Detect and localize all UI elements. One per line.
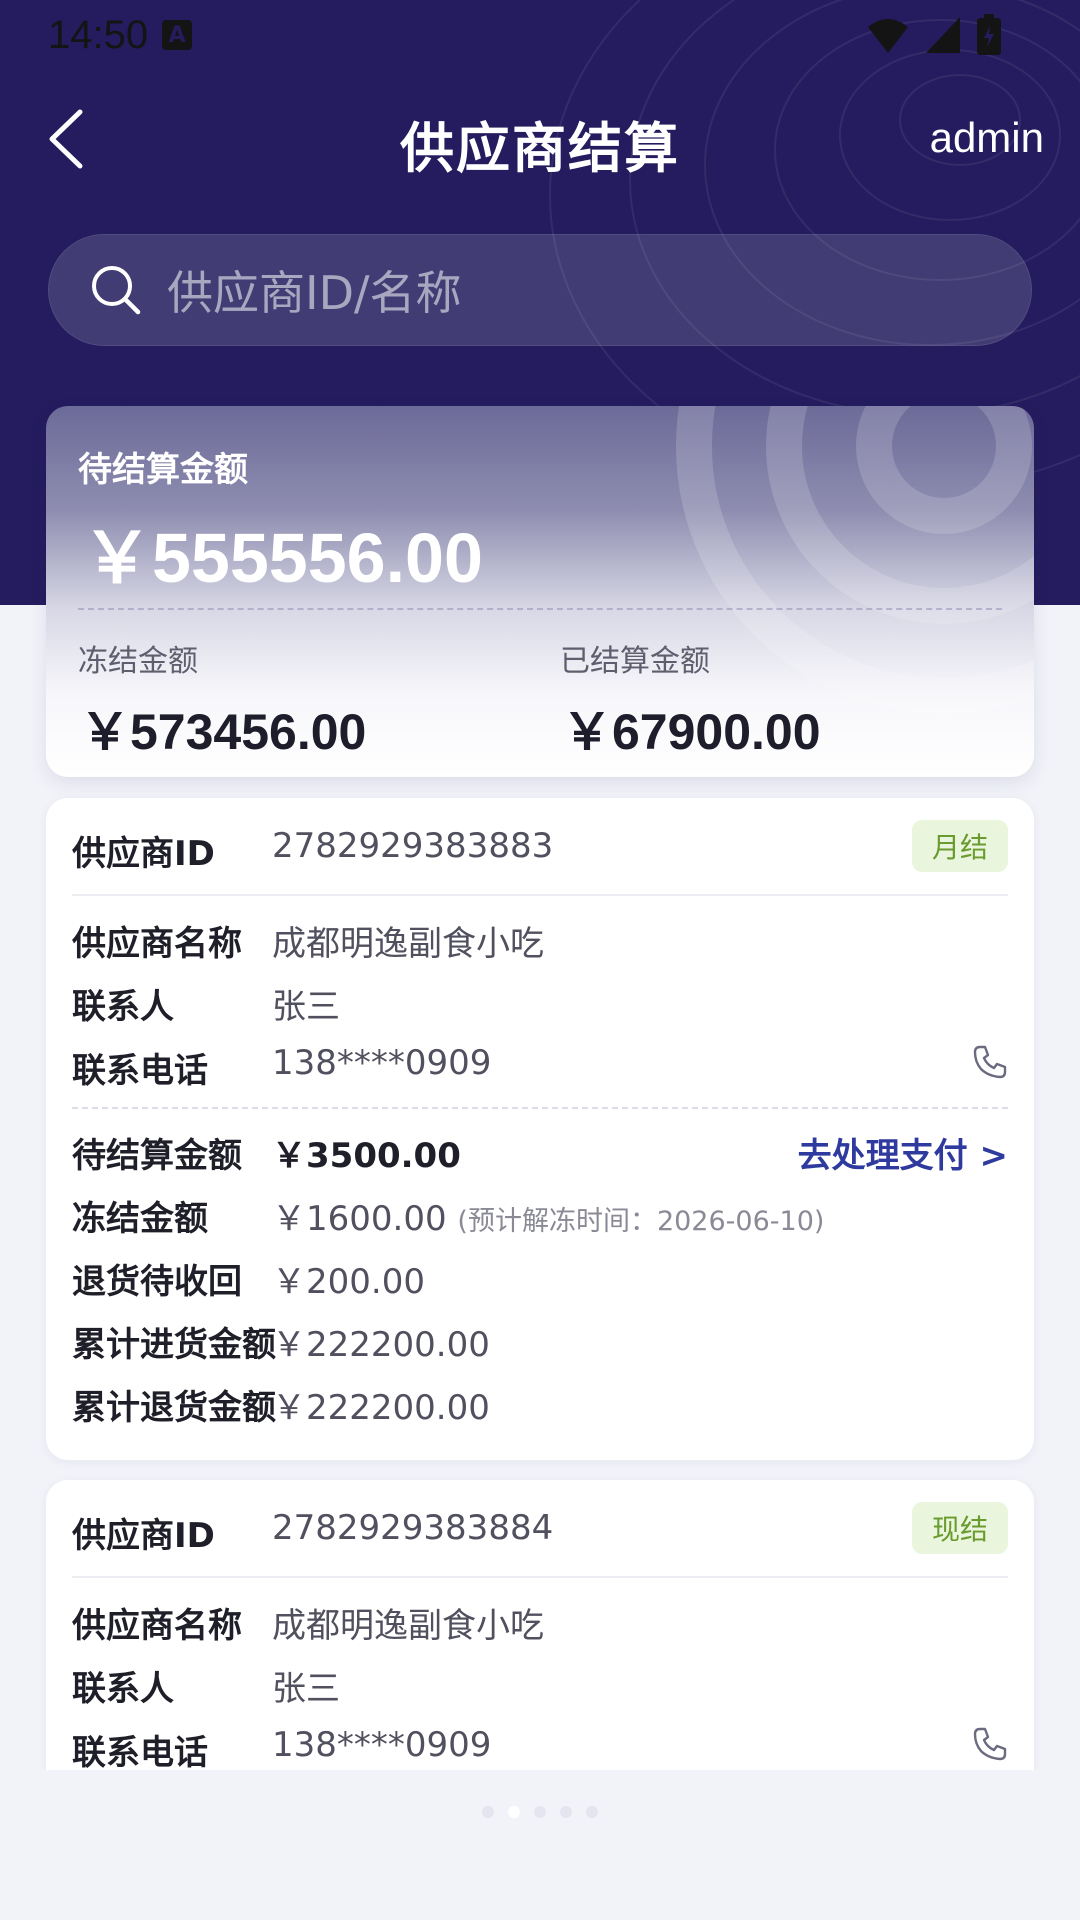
notification-icon: A [162, 20, 193, 50]
summary-divider [78, 608, 1002, 610]
contact-value: 张三 [272, 987, 340, 1027]
bottom-area [0, 1770, 1080, 1920]
pending-amount-value: ￥555556.00 [82, 519, 483, 597]
supplier-card[interactable]: 供应商ID 2782929383884 现结 供应商名称 成都明逸副食小吃 联系… [46, 1480, 1034, 1770]
total-return-value: ￥222200.00 [272, 1388, 490, 1428]
page-dot [534, 1806, 546, 1818]
search-placeholder: 供应商ID/名称 [167, 266, 462, 320]
settlement-type-badge: 月结 [911, 820, 1008, 872]
page-dot [586, 1806, 598, 1818]
pending-amount-label: 待结算金额 [78, 450, 248, 490]
status-icons [866, 14, 1002, 56]
total-purchase-value: ￥222200.00 [272, 1325, 490, 1365]
phone-label: 联系电话 [72, 1051, 208, 1091]
supplier-card[interactable]: 供应商ID 2782929383883 月结 供应商名称 成都明逸副食小吃 联系… [46, 798, 1034, 1460]
search-input[interactable]: 供应商ID/名称 [48, 234, 1032, 346]
total-return-label: 累计退货金额 [72, 1388, 276, 1428]
phone-value: 138****0909 [272, 1043, 492, 1083]
frozen-amount-label: 冻结金额 [78, 644, 198, 679]
signal-icon [926, 17, 960, 53]
phone-value: 138****0909 [272, 1725, 492, 1765]
frozen-label: 冻结金额 [72, 1199, 208, 1239]
settled-amount-value: ￥67900.00 [562, 704, 821, 760]
supplier-name-label: 供应商名称 [72, 924, 242, 964]
page-dot [560, 1806, 572, 1818]
settlement-type-badge: 现结 [911, 1502, 1008, 1554]
contact-label: 联系人 [72, 1669, 174, 1709]
page-indicator [0, 1806, 1080, 1818]
return-pending-label: 退货待收回 [72, 1262, 242, 1302]
phone-label: 联系电话 [72, 1733, 208, 1770]
supplier-settlement-screen: 14:50 A 供应商结算 admin 供应商ID/名称 待结算金额 ￥5555… [0, 0, 1080, 1920]
process-payment-link[interactable]: 去处理支付 > [798, 1128, 1008, 1177]
return-pending-value: ￥200.00 [272, 1262, 425, 1302]
supplier-name-value: 成都明逸副食小吃 [272, 924, 544, 964]
supplier-id-label: 供应商ID [72, 834, 215, 874]
frozen-value: ￥1600.00 [272, 1199, 447, 1239]
settled-amount-label: 已结算金额 [560, 644, 710, 679]
settlement-summary-card: 待结算金额 ￥555556.00 冻结金额 ￥573456.00 已结算金额 ￥… [46, 406, 1034, 777]
contact-label: 联系人 [72, 987, 174, 1027]
supplier-id-value: 2782929383884 [272, 1508, 554, 1548]
status-time: 14:50 [48, 12, 149, 57]
wifi-icon [868, 19, 908, 53]
supplier-id-value: 2782929383883 [272, 826, 554, 866]
page-dot-active [508, 1806, 520, 1818]
total-purchase-label: 累计进货金额 [72, 1325, 276, 1365]
page-dot [482, 1806, 494, 1818]
frozen-value-row: ￥1600.00 (预计解冻时间：2026-06-10) [272, 1191, 824, 1240]
supplier-name-value: 成都明逸副食小吃 [272, 1606, 544, 1646]
status-bar: 14:50 A [0, 0, 1080, 70]
unfreeze-date-note: (预计解冻时间：2026-06-10) [457, 1206, 825, 1237]
battery-icon [977, 14, 1001, 55]
pending-label: 待结算金额 [72, 1136, 242, 1176]
phone-icon[interactable] [972, 1726, 1008, 1762]
frozen-amount-value: ￥573456.00 [80, 704, 367, 760]
search-icon [92, 266, 141, 315]
card-divider [72, 894, 1008, 896]
phone-icon[interactable] [972, 1044, 1008, 1080]
supplier-name-label: 供应商名称 [72, 1606, 242, 1646]
contact-value: 张三 [272, 1669, 340, 1709]
pending-value: ￥3500.00 [272, 1136, 461, 1176]
user-name[interactable]: admin [930, 114, 1044, 162]
supplier-id-label: 供应商ID [72, 1516, 215, 1556]
card-dashed-divider [72, 1107, 1008, 1109]
card-divider [72, 1576, 1008, 1578]
page-title: 供应商结算 [400, 117, 680, 180]
